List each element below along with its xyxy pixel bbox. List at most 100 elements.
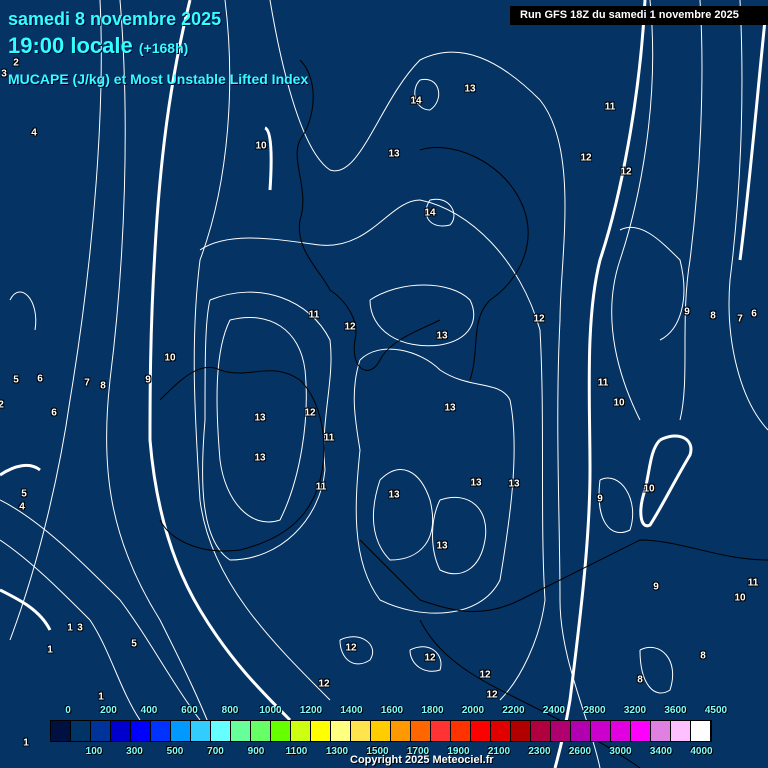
- colorbar-top-label: 800: [221, 705, 239, 716]
- lifted-index-contours: [0, 0, 768, 768]
- contour-label: 6: [751, 308, 757, 320]
- contour-label: 11: [747, 577, 759, 589]
- colorbar-swatch: [451, 721, 471, 741]
- forecast-date: samedi 8 novembre 2025: [8, 9, 222, 29]
- colorbar-top-label: 400: [140, 705, 158, 716]
- colorbar-swatch: [551, 721, 571, 741]
- colorbar-top-label: 1600: [380, 705, 404, 716]
- colorbar-top-label: 2000: [461, 705, 485, 716]
- colorbar-swatch: [91, 721, 111, 741]
- contour-label: 11: [308, 309, 320, 321]
- contour-label: 5: [131, 638, 137, 650]
- contour-label: 7: [737, 313, 743, 325]
- contour-label: 13: [444, 402, 456, 414]
- colorbar-swatch: [431, 721, 451, 741]
- colorbar-bottom-label: 4000: [690, 746, 713, 757]
- contour-label: 11: [323, 432, 335, 444]
- contour-label: 13: [388, 489, 400, 501]
- contour-label: 4: [31, 127, 37, 139]
- contour-label: 13: [470, 477, 482, 489]
- colorbar-swatch: [231, 721, 251, 741]
- contour-label: 12: [345, 642, 357, 654]
- colorbar-swatch: [191, 721, 211, 741]
- colorbar-swatch: [171, 721, 191, 741]
- colorbar-bottom-label: 300: [126, 746, 143, 757]
- colorbar-swatch: [331, 721, 351, 741]
- contour-label: 8: [700, 650, 706, 662]
- contour-label: 13: [436, 540, 448, 552]
- colorbar-top-label: 3200: [623, 705, 647, 716]
- contour-label: 7: [84, 377, 90, 389]
- contour-label: 4: [19, 501, 25, 513]
- colorbar-swatch: [51, 721, 71, 741]
- colorbar-swatch: [271, 721, 291, 741]
- contour-label: 12: [479, 669, 491, 681]
- colorbar-bottom-label: 2600: [568, 746, 592, 757]
- forecast-map: [0, 0, 768, 768]
- colorbar-swatch: [511, 721, 531, 741]
- contour-label: 12: [486, 689, 498, 701]
- contour-label: 8: [710, 310, 716, 322]
- colorbar-top-label: 2800: [583, 705, 606, 716]
- colorbar-top-label: 0: [65, 705, 71, 716]
- colorbar-top-label: 600: [181, 705, 198, 716]
- contour-label: 12: [424, 652, 436, 664]
- contour-label: 9: [145, 374, 151, 386]
- contour-label: 2: [13, 57, 19, 69]
- colorbar-bottom-label: 3400: [649, 746, 673, 757]
- colorbar-swatch: [251, 721, 271, 741]
- contour-label: 8: [100, 380, 106, 392]
- colorbar-top-label: 200: [100, 705, 117, 716]
- contour-label: 12: [318, 678, 330, 690]
- contour-label: 13: [464, 83, 476, 95]
- contour-label: 13: [508, 478, 520, 490]
- colorbar-bottom-label: 900: [247, 746, 265, 757]
- colorbar-swatch: [111, 721, 131, 741]
- contour-label: 11: [597, 377, 609, 389]
- contour-label: 11: [604, 101, 616, 113]
- contour-label: 3: [1, 68, 7, 80]
- colorbar-swatch: [131, 721, 151, 741]
- run-info: Run GFS 18Z du samedi 1 novembre 2025: [510, 6, 768, 25]
- colorbar-swatch: [411, 721, 431, 741]
- contour-label: 10: [643, 483, 655, 495]
- contour-label: 3: [77, 622, 83, 634]
- contour-label: 13: [388, 148, 400, 160]
- copyright: Copyright 2025 Meteociel.fr: [350, 754, 494, 766]
- contour-label: 13: [254, 452, 266, 464]
- contour-label: 9: [597, 493, 603, 505]
- contour-label: 14: [410, 95, 422, 107]
- contour-label: 5: [21, 488, 27, 500]
- colorbar-swatch: [491, 721, 511, 741]
- colorbar-bottom-label: 1100: [285, 746, 308, 757]
- colorbar-top-label: 1200: [299, 705, 323, 716]
- colorbar-top-label: 1400: [340, 705, 363, 716]
- contour-label: 1: [98, 691, 104, 703]
- colorbar-swatch: [291, 721, 311, 741]
- contour-label: 12: [344, 321, 356, 333]
- colorbar-swatch: [311, 721, 331, 741]
- colorbar-swatch: [471, 721, 491, 741]
- contour-label: 1: [47, 644, 53, 656]
- contour-label: 12: [580, 152, 592, 164]
- colorbar-swatch: [351, 721, 371, 741]
- colorbar-bottom-label: 500: [166, 746, 184, 757]
- contour-label: 1: [23, 737, 29, 749]
- colorbar-top-label: 1800: [421, 705, 444, 716]
- contour-label: 12: [304, 407, 316, 419]
- contour-label: 6: [51, 407, 57, 419]
- colorbar-swatch: [71, 721, 91, 741]
- contour-label: 13: [254, 412, 266, 424]
- contour-label: 11: [315, 481, 327, 493]
- colorbar-bottom-label: 2300: [528, 746, 551, 757]
- colorbar-top-label: 2200: [502, 705, 525, 716]
- colorbar-swatch: [671, 721, 691, 741]
- contour-label: 12: [620, 166, 632, 178]
- contour-label: 10: [613, 397, 625, 409]
- contour-label: 6: [37, 373, 43, 385]
- colorbar-swatch: [611, 721, 631, 741]
- colorbar-top-label: 4500: [704, 705, 728, 716]
- contour-label: 12: [533, 313, 545, 325]
- contour-label: 10: [164, 352, 176, 364]
- colorbar-swatch: [391, 721, 411, 741]
